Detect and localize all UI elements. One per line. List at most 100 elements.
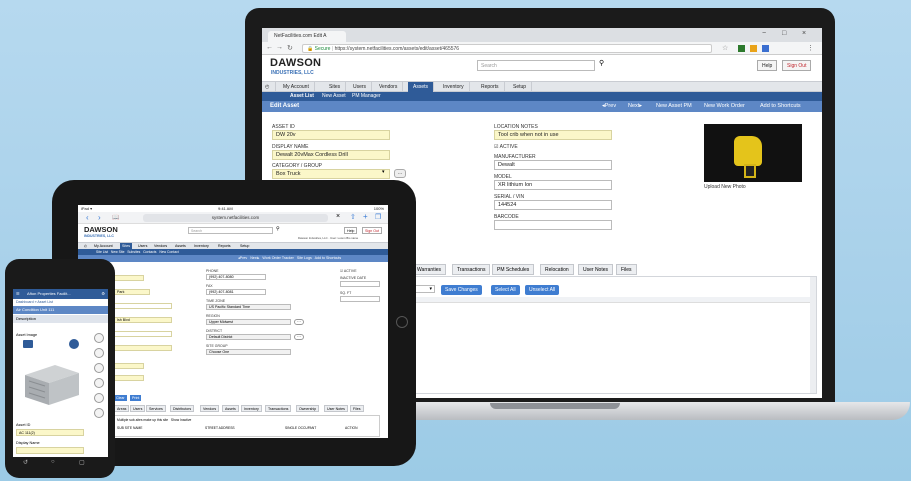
search-icon[interactable]: ⚲: [276, 226, 280, 232]
state-field[interactable]: [114, 331, 172, 337]
tab-user-notes[interactable]: User Notes: [324, 405, 348, 412]
active-checkbox[interactable]: ☑ ACTIVE: [494, 144, 518, 150]
scrollbar[interactable]: [810, 277, 816, 393]
tab-inventory[interactable]: Inventory: [241, 405, 262, 412]
side-tool-icon[interactable]: [94, 393, 104, 403]
tab-ownership[interactable]: Ownership: [296, 405, 320, 412]
save-changes-button[interactable]: Save Changes: [441, 285, 482, 295]
side-tool-icon[interactable]: [94, 333, 104, 343]
side-tool-icon[interactable]: [94, 378, 104, 388]
share-icon[interactable]: ⇧: [350, 213, 356, 221]
section-header[interactable]: Description: [13, 315, 108, 323]
edit-region-button[interactable]: ⋯: [294, 319, 304, 325]
tab-my-account[interactable]: My Account: [278, 82, 315, 92]
tablet-address-bar[interactable]: system.netfacilities.com: [143, 214, 328, 222]
search-icon[interactable]: ⚲: [599, 59, 604, 67]
new-tab-icon[interactable]: +: [363, 212, 368, 221]
tab-vendors[interactable]: Vendors: [200, 405, 220, 412]
minimize-icon[interactable]: −: [762, 30, 766, 37]
site-field[interactable]: [114, 275, 144, 281]
subnav-pm-manager[interactable]: PM Manager: [352, 92, 381, 101]
tab-users[interactable]: Users: [130, 405, 146, 412]
fax-field[interactable]: (992) 407-8081: [206, 289, 266, 295]
country-field[interactable]: [114, 363, 144, 369]
address-field[interactable]: Park: [114, 289, 150, 295]
tablet-home-button[interactable]: [396, 316, 408, 328]
back-icon[interactable]: ←: [266, 44, 273, 51]
side-tool-icon[interactable]: [94, 348, 104, 358]
display-name-field[interactable]: [16, 447, 84, 454]
tab-areas[interactable]: Areas: [114, 405, 130, 412]
browser-tab[interactable]: NetFacilities.com Edit A: [268, 31, 346, 42]
stop-icon[interactable]: ×: [336, 213, 340, 220]
address-bar[interactable]: 🔒 Secure | https://system.netfacilities.…: [302, 44, 712, 53]
menu-icon[interactable]: ⋮: [807, 44, 814, 52]
subnav-asset-list[interactable]: Asset List: [290, 92, 314, 101]
city-field[interactable]: Ish Blvd: [114, 317, 172, 323]
tab-transactions[interactable]: Transactions: [452, 264, 491, 275]
tab-assets[interactable]: Assets: [408, 82, 435, 92]
unselect-all-button[interactable]: Unselect All: [525, 285, 560, 295]
settings-icon[interactable]: ⚙: [101, 289, 105, 299]
county-field[interactable]: [114, 375, 144, 381]
barcode-field[interactable]: [494, 220, 612, 230]
phone-field[interactable]: (992) 407-8080: [206, 274, 266, 280]
model-field[interactable]: XR lithium Ion: [494, 180, 612, 190]
extension-icon[interactable]: [750, 45, 757, 52]
add-shortcuts-link[interactable]: Add to Shortcuts: [760, 101, 801, 112]
home-icon[interactable]: ○: [51, 459, 55, 465]
serial-field[interactable]: 144524: [494, 200, 612, 210]
prev-link[interactable]: ◂Prev: [602, 101, 616, 112]
tab-sites[interactable]: Sites: [324, 82, 347, 92]
breadcrumb[interactable]: Dashboard » Asset List: [13, 299, 108, 306]
maximize-icon[interactable]: □: [782, 30, 786, 37]
side-tool-icon[interactable]: [94, 408, 104, 418]
inactive-date-field[interactable]: [340, 281, 380, 287]
site-group-select[interactable]: Choose One: [206, 349, 291, 355]
next-link[interactable]: Next▸: [628, 101, 642, 112]
star-icon[interactable]: ☆: [722, 44, 728, 52]
help-button[interactable]: Help: [344, 227, 358, 234]
new-asset-pm-link[interactable]: New Asset PM: [656, 101, 692, 112]
tab-relocation[interactable]: Relocation: [540, 264, 574, 275]
asset-photo[interactable]: [704, 124, 802, 182]
bookmarks-icon[interactable]: 📖: [112, 214, 119, 221]
help-button[interactable]: Help: [757, 60, 778, 71]
hamburger-icon[interactable]: ☰: [16, 289, 20, 299]
tab-files[interactable]: Files: [616, 264, 637, 275]
tab-vendors[interactable]: Vendors: [374, 82, 404, 92]
forward-icon[interactable]: ›: [98, 213, 101, 222]
extension-icon[interactable]: [762, 45, 769, 52]
tab-services[interactable]: Services: [146, 405, 166, 412]
tabs-icon[interactable]: ❐: [375, 213, 381, 221]
active-checkbox[interactable]: ☑ ACTIVE: [340, 269, 357, 273]
sign-out-button[interactable]: Sign Out: [782, 60, 812, 71]
recents-icon[interactable]: ▢: [79, 459, 85, 466]
forward-icon[interactable]: →: [276, 44, 283, 51]
location-notes-field[interactable]: Tool crib when not in use: [494, 130, 612, 140]
back-icon[interactable]: ‹: [86, 213, 89, 222]
manufacturer-field[interactable]: Dewalt: [494, 160, 612, 170]
search-input[interactable]: Search: [477, 60, 595, 71]
tab-transactions[interactable]: Transactions: [265, 405, 292, 412]
category-select[interactable]: Box Truck: [272, 169, 390, 179]
upload-photo-link[interactable]: Upload New Photo: [704, 184, 746, 190]
sqft-field[interactable]: [340, 296, 380, 302]
district-select[interactable]: Default District: [206, 334, 291, 340]
search-input[interactable]: Search: [188, 227, 273, 234]
tab-distributors[interactable]: Distributors: [170, 405, 195, 412]
clear-button[interactable]: Clear: [114, 395, 127, 401]
timezone-select[interactable]: US Pacific Standard Time: [206, 304, 291, 310]
side-tool-icon[interactable]: [94, 363, 104, 373]
zip-field[interactable]: [114, 345, 172, 351]
settings-button[interactable]: [69, 339, 79, 349]
sign-out-button[interactable]: Sign Out: [362, 227, 382, 234]
region-select[interactable]: Upper Midwest: [206, 319, 291, 325]
extension-icon[interactable]: [738, 45, 745, 52]
tab-setup[interactable]: Setup: [508, 82, 533, 92]
tab-pm-schedules[interactable]: PM Schedules: [492, 264, 535, 275]
tab-user-notes[interactable]: User Notes: [578, 264, 614, 275]
display-name-field[interactable]: Dewalt 20vMax Cordless Drill: [272, 150, 390, 160]
back-icon[interactable]: ↺: [23, 459, 28, 466]
history-icon[interactable]: ◴: [262, 82, 276, 92]
